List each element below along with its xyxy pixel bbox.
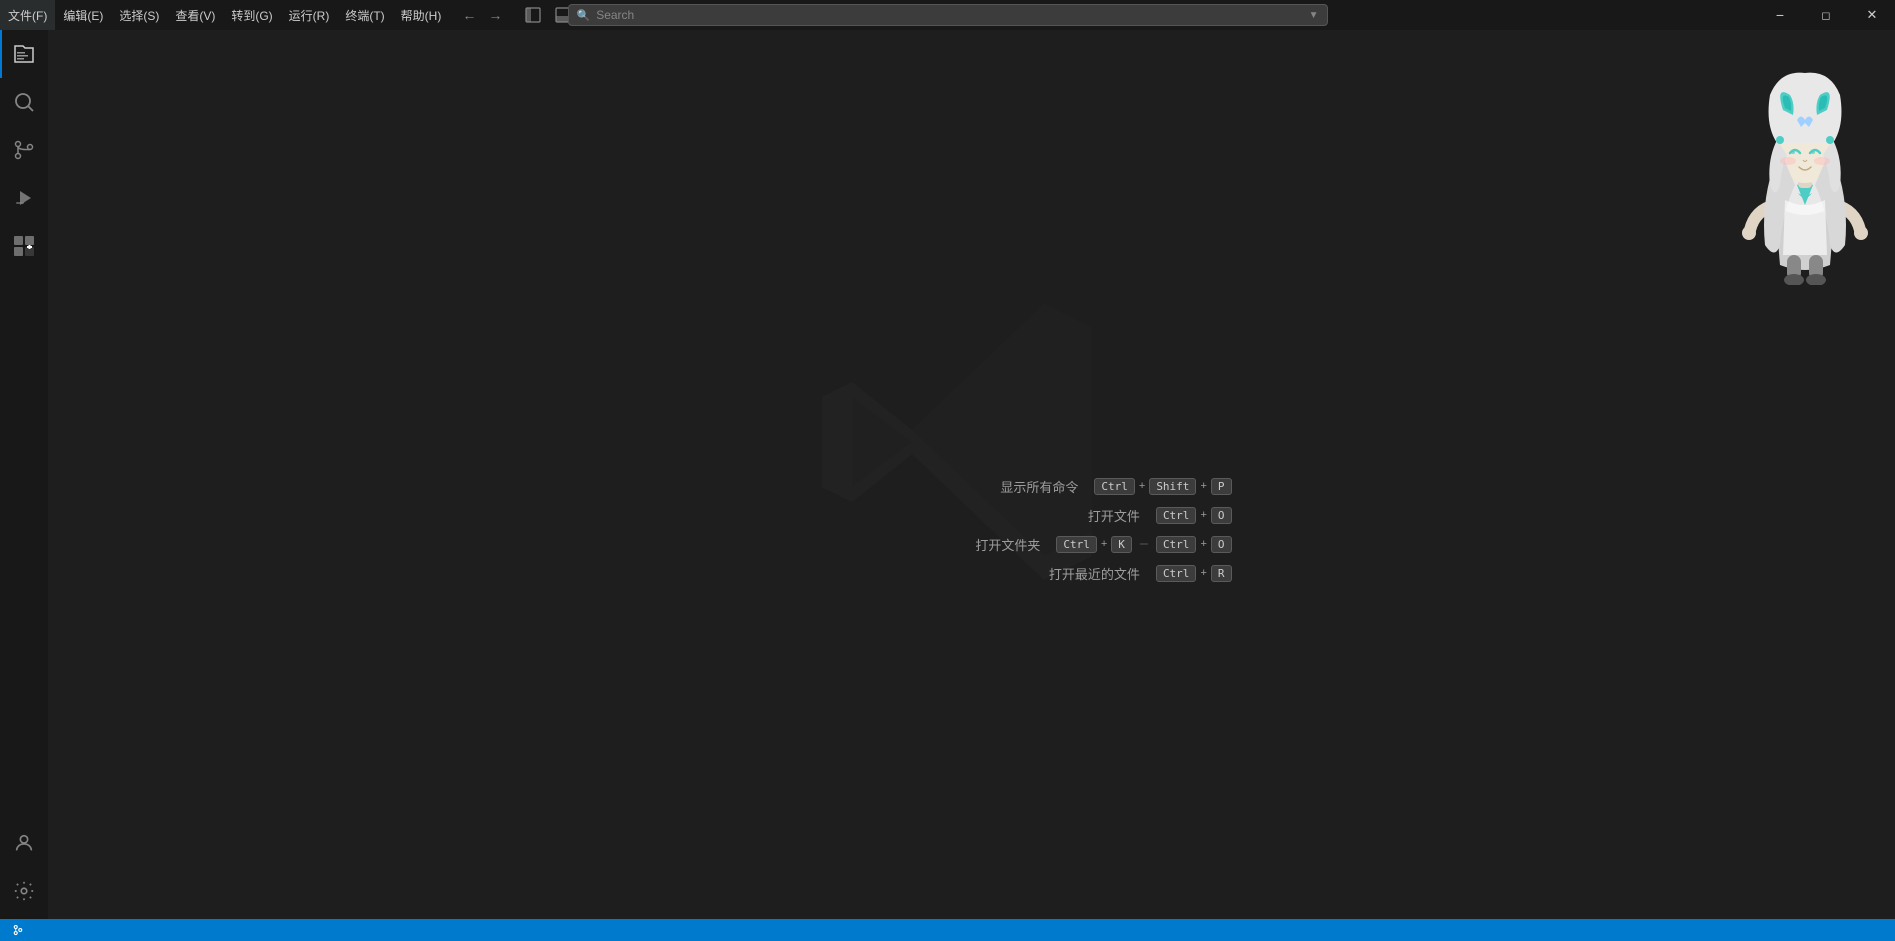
- shortcut-row-open-file: 打开文件 Ctrl + O: [712, 506, 1232, 525]
- menu-file[interactable]: 文件(F): [0, 0, 55, 30]
- content-area: 显示所有命令 Ctrl + Shift + P 打开文件 Ctrl + O: [48, 30, 1895, 919]
- maximize-button[interactable]: ◻: [1803, 0, 1849, 30]
- key-ctrl-4: Ctrl: [1156, 536, 1197, 553]
- explorer-icon: [12, 42, 36, 66]
- shortcut-keys-recent: Ctrl + R: [1156, 565, 1232, 582]
- key-ctrl-5: Ctrl: [1156, 565, 1197, 582]
- sidebar-item-run[interactable]: [0, 174, 48, 222]
- search-placeholder: Search: [596, 8, 1308, 22]
- main-layout: 显示所有命令 Ctrl + Shift + P 打开文件 Ctrl + O: [0, 30, 1895, 919]
- search-bar[interactable]: 🔍 Search ▼: [568, 4, 1328, 26]
- menu-selection[interactable]: 选择(S): [111, 0, 167, 30]
- shortcut-row-recent: 打开最近的文件 Ctrl + R: [712, 564, 1232, 583]
- shortcut-label-open-folder: 打开文件夹: [940, 535, 1040, 554]
- layout-sidebar-left-icon[interactable]: [519, 3, 547, 27]
- git-icon: [12, 138, 36, 162]
- key-plus-6: +: [1200, 567, 1206, 579]
- anime-character: [1725, 65, 1895, 285]
- key-ctrl-3: Ctrl: [1056, 536, 1097, 553]
- close-button[interactable]: ✕: [1849, 0, 1895, 30]
- menu-bar: 文件(F) 编辑(E) 选择(S) 查看(V) 转到(G) 运行(R) 终端(T…: [0, 0, 449, 30]
- activity-bottom: [0, 819, 48, 919]
- titlebar: 文件(F) 编辑(E) 选择(S) 查看(V) 转到(G) 运行(R) 终端(T…: [0, 0, 1895, 30]
- shortcut-label-open-file: 打开文件: [1040, 506, 1140, 525]
- key-plus-5: +: [1200, 538, 1206, 550]
- key-plus-3: +: [1200, 509, 1206, 521]
- menu-goto[interactable]: 转到(G): [223, 0, 280, 30]
- back-button[interactable]: ←: [457, 4, 481, 26]
- menu-edit[interactable]: 编辑(E): [55, 0, 111, 30]
- menu-run[interactable]: 运行(R): [281, 0, 338, 30]
- key-ctrl-2: Ctrl: [1156, 507, 1197, 524]
- sidebar-item-git[interactable]: [0, 126, 48, 174]
- key-plus-4: +: [1101, 538, 1107, 550]
- nav-buttons: ← →: [449, 4, 515, 26]
- key-shift: Shift: [1149, 478, 1196, 495]
- shortcut-keys-open-file: Ctrl + O: [1156, 507, 1232, 524]
- shortcut-keys-commands: Ctrl + Shift + P: [1094, 478, 1231, 495]
- shortcut-label-recent: 打开最近的文件: [1040, 564, 1140, 583]
- sidebar-item-explorer[interactable]: [0, 30, 48, 78]
- extensions-icon: [12, 234, 36, 258]
- menu-view[interactable]: 查看(V): [167, 0, 223, 30]
- key-ctrl: Ctrl: [1094, 478, 1135, 495]
- key-p: P: [1211, 478, 1232, 495]
- sidebar-item-extensions[interactable]: [0, 222, 48, 270]
- menu-help[interactable]: 帮助(H): [393, 0, 450, 30]
- key-plus-1: +: [1139, 480, 1145, 492]
- search-icon: [12, 90, 36, 114]
- menu-terminal[interactable]: 终端(T): [337, 0, 392, 30]
- forward-button[interactable]: →: [483, 4, 507, 26]
- key-o-1: O: [1211, 507, 1232, 524]
- account-icon: [13, 832, 35, 854]
- shortcut-row-commands: 显示所有命令 Ctrl + Shift + P: [712, 477, 1232, 496]
- key-k: K: [1111, 536, 1132, 553]
- sidebar-item-search[interactable]: [0, 78, 48, 126]
- shortcut-label-commands: 显示所有命令: [978, 477, 1078, 496]
- shortcut-keys-open-folder: Ctrl + K ⎯ Ctrl + O: [1056, 535, 1231, 553]
- activity-bar: [0, 30, 48, 919]
- key-o-2: O: [1211, 536, 1232, 553]
- branch-icon: [12, 924, 24, 936]
- minimize-button[interactable]: −: [1757, 0, 1803, 30]
- sidebar-item-account[interactable]: [0, 819, 48, 867]
- status-branch[interactable]: [8, 919, 31, 941]
- run-icon: [12, 186, 36, 210]
- key-plus-2: +: [1200, 480, 1206, 492]
- shortcut-row-open-folder: 打开文件夹 Ctrl + K ⎯ Ctrl + O: [712, 535, 1232, 554]
- settings-icon: [13, 880, 35, 902]
- welcome-content: 显示所有命令 Ctrl + Shift + P 打开文件 Ctrl + O: [712, 477, 1232, 593]
- window-controls: − ◻ ✕: [1757, 0, 1895, 30]
- status-bar: [0, 919, 1895, 941]
- search-icon: 🔍: [577, 9, 591, 22]
- search-dropdown-icon[interactable]: ▼: [1309, 10, 1319, 21]
- sidebar-item-settings[interactable]: [0, 867, 48, 915]
- key-r: R: [1211, 565, 1232, 582]
